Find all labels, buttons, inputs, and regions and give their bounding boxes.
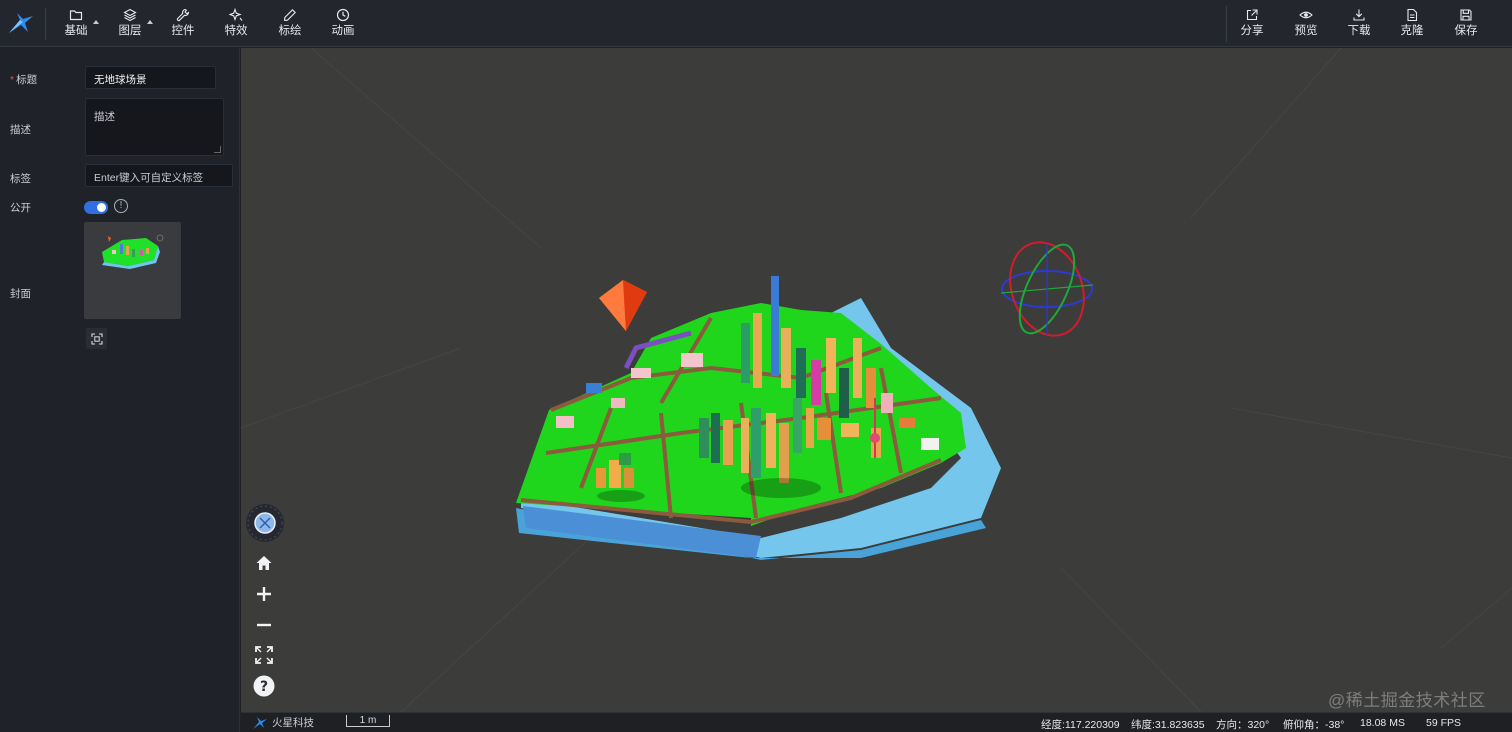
minus-icon [257,623,271,627]
clock-icon [336,8,350,22]
tool-animation-label: 动画 [331,25,355,37]
brand-logo: 火星科技 [251,715,314,730]
svg-text:?: ? [260,679,268,695]
brand-star-icon [253,716,267,729]
fps-readout: 59 FPS [1426,717,1462,729]
longitude-readout: 经度:117.220309 [1041,719,1120,731]
preview-button[interactable]: 预览 [1292,0,1320,46]
brand-name: 火星科技 [272,717,314,729]
public-toggle[interactable] [84,201,108,214]
description-placeholder: 描述 [94,111,115,123]
fullscreen-icon [255,646,273,664]
logo-divider [45,8,46,40]
tool-animation-button[interactable]: 动画 [329,0,357,46]
wrench-icon [176,8,190,22]
required-mark: * [10,74,15,86]
title-input[interactable]: 无地球场景 [85,66,216,89]
dropdown-caret-icon [93,20,99,24]
public-field-label: 公开 [10,202,31,214]
resize-grip-icon [214,146,221,153]
home-icon [256,556,272,570]
share-button[interactable]: 分享 [1238,0,1266,46]
clone-icon [1407,8,1418,22]
description-textarea[interactable]: 描述 [85,98,224,156]
zoom-out-button[interactable] [253,614,275,636]
info-icon[interactable]: ! [114,199,128,213]
layers-icon [123,8,137,22]
app-window: 基础 图层 控件 特效 标绘 动画 分享 预览 下载 克隆 保存 * 标题 无地… [0,0,1512,732]
mars-logo-icon [9,13,33,33]
pen-icon [284,9,296,21]
tool-layers-button[interactable]: 图层 [116,0,153,46]
tool-plot-button[interactable]: 标绘 [276,0,304,46]
tool-effects-button[interactable]: 特效 [222,0,250,46]
status-bar: 火星科技 1 m 经度:117.220309 纬度:31.823635 方向：3… [241,712,1512,732]
tool-plot-label: 标绘 [278,25,302,37]
screenshot-icon [90,332,103,345]
pitch-readout: 俯仰角：-38° [1283,719,1345,731]
download-button[interactable]: 下载 [1345,0,1373,46]
title-field-label: * 标题 [10,72,37,87]
download-icon [1353,9,1365,21]
tags-field-label: 标签 [10,173,31,185]
compass-button[interactable] [246,504,284,542]
rotation-gizmo[interactable] [998,232,1097,346]
save-label: 保存 [1454,25,1478,37]
clone-label: 克隆 [1400,25,1424,37]
cover-thumbnail[interactable] [84,222,181,319]
latitude-readout: 纬度:31.823635 [1131,719,1205,731]
heading-readout: 方向：320° [1216,719,1270,731]
preview-label: 预览 [1294,25,1318,37]
tool-basic-button[interactable]: 基础 [62,0,99,46]
tool-controls-button[interactable]: 控件 [169,0,197,46]
help-button[interactable]: ? [253,675,275,697]
toolbar-divider [1226,6,1227,42]
download-label: 下载 [1347,25,1371,37]
scene-properties-panel: * 标题 无地球场景 描述 描述 标签 Enter键入可自定义标签 公开 ! 封面 [0,48,240,732]
title-label-text: 标题 [16,74,38,86]
dropdown-caret-icon [147,20,153,24]
share-label: 分享 [1240,25,1264,37]
compass-icon [247,505,283,541]
capture-cover-button[interactable] [86,328,107,349]
scene-canvas [241,48,1512,712]
share-icon [1246,9,1258,21]
tool-layers-label: 图层 [118,25,142,37]
clone-button[interactable]: 克隆 [1398,0,1426,46]
description-field-label: 描述 [10,124,31,136]
frame-time-readout: 18.08 MS [1360,717,1405,729]
pyramid-marker[interactable] [599,280,647,331]
save-button[interactable]: 保存 [1452,0,1480,46]
scale-bar: 1 m [346,715,390,727]
help-icon: ? [253,675,275,697]
tool-effects-label: 特效 [224,25,248,37]
tool-controls-label: 控件 [171,25,195,37]
tool-basic-label: 基础 [64,25,88,37]
top-toolbar: 基础 图层 控件 特效 标绘 动画 分享 预览 下载 克隆 保存 [0,0,1512,47]
zoom-in-button[interactable] [253,583,275,605]
toggle-knob [97,203,106,212]
watermark-text: @稀土掘金技术社区 [1328,691,1486,710]
folder-icon [69,10,83,21]
fullscreen-button[interactable] [253,644,275,666]
city-3d-model [516,276,1001,560]
home-button[interactable] [253,552,275,574]
cover-preview-image [102,234,164,269]
sparkle-icon [229,8,243,22]
tags-input[interactable]: Enter键入可自定义标签 [85,164,233,187]
eye-icon [1299,11,1313,19]
save-icon [1460,9,1472,21]
map-3d-viewport[interactable]: ? [241,48,1512,712]
cover-field-label: 封面 [10,288,31,300]
plus-icon [257,587,271,601]
